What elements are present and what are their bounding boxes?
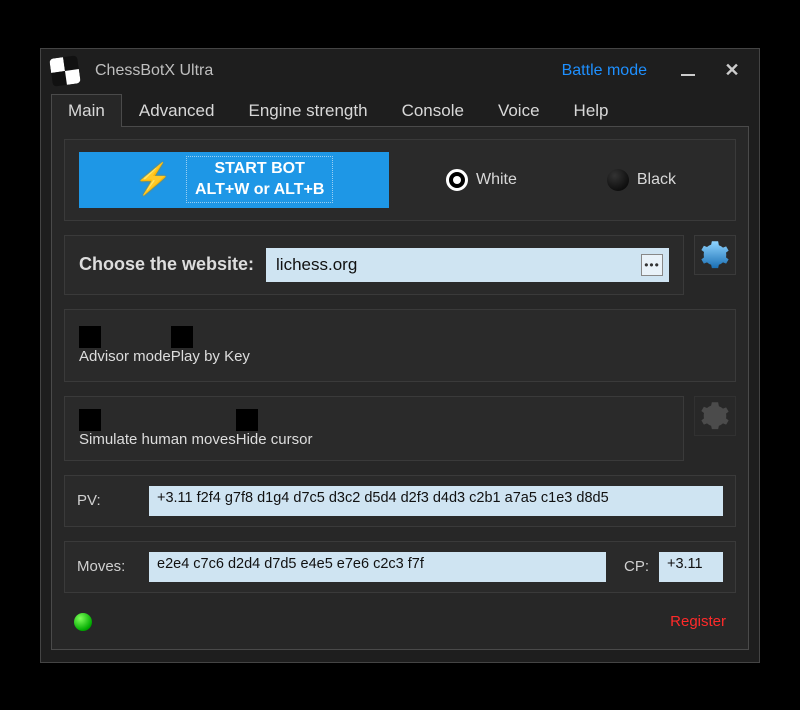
checkbox-box (79, 409, 101, 431)
website-label: Choose the website: (79, 254, 254, 275)
website-input[interactable]: lichess.org ••• (266, 248, 669, 282)
start-line2: ALT+W or ALT+B (195, 180, 324, 201)
checkbox-simulate-human[interactable]: Simulate human moves (79, 409, 236, 448)
tab-engine-strength[interactable]: Engine strength (231, 94, 384, 127)
checkbox-play-by-key-label: Play by Key (171, 348, 250, 365)
app-window: ChessBotX Ultra Battle mode ✕ Main Advan… (40, 48, 760, 663)
pv-value[interactable]: +3.11 f2f4 g7f8 d1g4 d7c5 d3c2 d5d4 d2f3… (149, 486, 723, 516)
app-icon (49, 55, 81, 87)
start-line1: START BOT (195, 159, 324, 180)
radio-white-label: White (476, 171, 517, 189)
moves-label: Moves: (77, 558, 139, 575)
minimize-button[interactable] (671, 58, 705, 84)
tab-advanced[interactable]: Advanced (122, 94, 232, 127)
checkbox-simulate-human-label: Simulate human moves (79, 431, 236, 448)
radio-white[interactable]: White (446, 169, 517, 191)
gear-icon (700, 240, 730, 270)
moves-settings-button[interactable] (694, 396, 736, 436)
gear-icon (700, 401, 730, 431)
tabstrip: Main Advanced Engine strength Console Vo… (41, 94, 759, 127)
checkbox-play-by-key[interactable]: Play by Key (171, 326, 250, 365)
radio-black-label: Black (637, 171, 676, 189)
radio-black-icon (607, 169, 629, 191)
tab-console[interactable]: Console (385, 94, 481, 127)
checkbox-box (79, 326, 101, 348)
checkbox-box (236, 409, 258, 431)
close-button[interactable]: ✕ (715, 58, 749, 84)
website-panel: Choose the website: lichess.org ••• (64, 235, 684, 295)
start-panel: ⚡ START BOT ALT+W or ALT+B White Black (64, 139, 736, 221)
tab-help[interactable]: Help (557, 94, 626, 127)
pv-label: PV: (77, 492, 139, 509)
website-value: lichess.org (276, 255, 357, 275)
moves-panel: Moves: e2e4 c7c6 d2d4 d7d5 e4e5 e7e6 c2c… (64, 541, 736, 593)
lightning-icon: ⚡ (135, 162, 172, 197)
tab-main[interactable]: Main (51, 94, 122, 127)
tab-content-main: ⚡ START BOT ALT+W or ALT+B White Black (51, 126, 749, 650)
checks-panel-2: Simulate human moves Hide cursor (64, 396, 684, 461)
website-settings-button[interactable] (694, 235, 736, 275)
titlebar: ChessBotX Ultra Battle mode ✕ (41, 49, 759, 93)
pv-panel: PV: +3.11 f2f4 g7f8 d1g4 d7c5 d3c2 d5d4 … (64, 475, 736, 527)
statusbar: Register (64, 607, 736, 637)
radio-black[interactable]: Black (607, 169, 676, 191)
cp-label: CP: (624, 558, 649, 575)
register-link[interactable]: Register (670, 613, 726, 630)
start-bot-button[interactable]: ⚡ START BOT ALT+W or ALT+B (79, 152, 389, 208)
status-led-icon (74, 613, 92, 631)
mode-label[interactable]: Battle mode (562, 62, 647, 80)
moves-value[interactable]: e2e4 c7c6 d2d4 d7d5 e4e5 e7e6 c2c3 f7f (149, 552, 606, 582)
checkbox-advisor-mode[interactable]: Advisor mode (79, 326, 171, 365)
checks-panel-1: Advisor mode Play by Key (64, 309, 736, 382)
checkbox-box (171, 326, 193, 348)
start-bot-text: START BOT ALT+W or ALT+B (186, 156, 333, 204)
website-browse-button[interactable]: ••• (641, 254, 663, 276)
checkbox-hide-cursor-label: Hide cursor (236, 431, 313, 448)
checkbox-advisor-label: Advisor mode (79, 348, 171, 365)
radio-white-icon (446, 169, 468, 191)
window-title: ChessBotX Ultra (95, 62, 213, 80)
checkbox-hide-cursor[interactable]: Hide cursor (236, 409, 313, 448)
tab-voice[interactable]: Voice (481, 94, 557, 127)
cp-value[interactable]: +3.11 (659, 552, 723, 582)
